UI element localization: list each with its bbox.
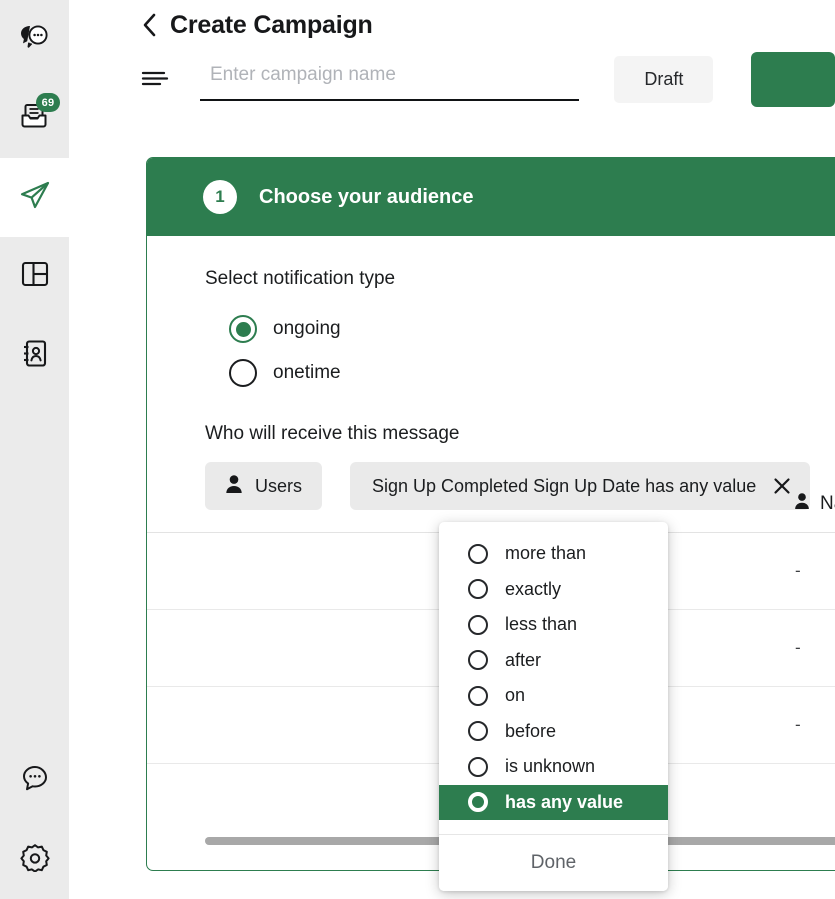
radio-ongoing-label: ongoing (273, 318, 341, 340)
app-root: 69 (0, 0, 835, 899)
list-lines-icon[interactable] (141, 68, 169, 90)
radio-icon (468, 579, 488, 599)
notification-type-label: Select notification type (205, 268, 835, 290)
left-sidebar: 69 (0, 0, 69, 899)
radio-icon (468, 650, 488, 670)
inbox-unread-badge: 69 (36, 93, 60, 112)
dropdown-option-label: after (505, 650, 541, 671)
sidebar-item-campaigns[interactable] (0, 158, 69, 237)
chevron-left-icon[interactable] (141, 16, 159, 34)
sidebar-item-settings[interactable] (0, 820, 69, 899)
radio-ongoing-indicator (229, 315, 257, 343)
radio-option-onetime[interactable]: onetime (229, 351, 835, 395)
main-content: Create Campaign Draft 1 Choose your audi… (69, 0, 835, 899)
contact-book-icon (21, 339, 49, 373)
radio-icon (468, 686, 488, 706)
step-card-header: 1 Choose your audience (147, 158, 835, 236)
campaign-name-row: Draft (69, 42, 835, 116)
radio-ongoing-dot (236, 322, 251, 337)
dropdown-option-label: exactly (505, 579, 561, 600)
table-cell-name: - (790, 609, 835, 686)
dropdown-option-has-any-value[interactable]: has any value (439, 785, 668, 821)
sidebar-item-dashboard[interactable] (0, 237, 69, 316)
dropdown-option-exactly[interactable]: exactly (439, 572, 668, 608)
chat-bubbles-icon (20, 24, 50, 55)
step-card-title: Choose your audience (259, 186, 474, 209)
gear-icon (20, 842, 50, 877)
table-cell-name: - (790, 686, 835, 763)
person-icon (794, 492, 810, 516)
sidebar-item-inbox[interactable]: 69 (0, 79, 69, 158)
table-col-name[interactable]: Name (790, 476, 835, 532)
radio-icon-selected (468, 792, 488, 812)
dropdown-option-on[interactable]: on (439, 678, 668, 714)
dropdown-option-after[interactable]: after (439, 643, 668, 679)
audience-label: Who will receive this message (205, 423, 835, 445)
dropdown-done-button[interactable]: Done (439, 835, 668, 891)
operator-dropdown-popup: more than exactly less than after on bef… (439, 522, 668, 891)
radio-onetime-label: onetime (273, 362, 341, 384)
radio-icon (468, 721, 488, 741)
layout-panels-icon (21, 260, 49, 293)
radio-option-ongoing[interactable]: ongoing (229, 307, 835, 351)
campaign-name-field[interactable] (200, 57, 579, 101)
dropdown-option-label: more than (505, 543, 586, 564)
paper-plane-icon (19, 180, 51, 215)
radio-icon (468, 615, 488, 635)
dropdown-option-more-than[interactable]: more than (439, 536, 668, 572)
dropdown-option-is-unknown[interactable]: is unknown (439, 749, 668, 785)
chat-dots-icon (21, 764, 49, 797)
table-col-name-label: Name (820, 493, 835, 515)
dropdown-option-label: has any value (505, 792, 623, 813)
page-header: Create Campaign (69, 0, 835, 42)
dropdown-option-less-than[interactable]: less than (439, 607, 668, 643)
campaign-name-input[interactable] (200, 64, 579, 92)
primary-action-button[interactable] (751, 52, 835, 107)
sidebar-spacer (0, 395, 69, 741)
table-cell-name: - (790, 532, 835, 609)
page-title: Create Campaign (170, 11, 373, 40)
radio-icon (468, 544, 488, 564)
dropdown-option-before[interactable]: before (439, 714, 668, 750)
sidebar-item-conversations[interactable] (0, 0, 69, 79)
dropdown-option-label: before (505, 721, 556, 742)
step-number-badge: 1 (203, 180, 237, 214)
radio-icon (468, 757, 488, 777)
sidebar-item-messages[interactable] (0, 741, 69, 820)
draft-button[interactable]: Draft (614, 56, 713, 103)
radio-onetime-indicator (229, 359, 257, 387)
dropdown-option-label: on (505, 685, 525, 706)
sidebar-item-contacts[interactable] (0, 316, 69, 395)
dropdown-option-label: less than (505, 614, 577, 635)
dropdown-option-label: is unknown (505, 756, 595, 777)
